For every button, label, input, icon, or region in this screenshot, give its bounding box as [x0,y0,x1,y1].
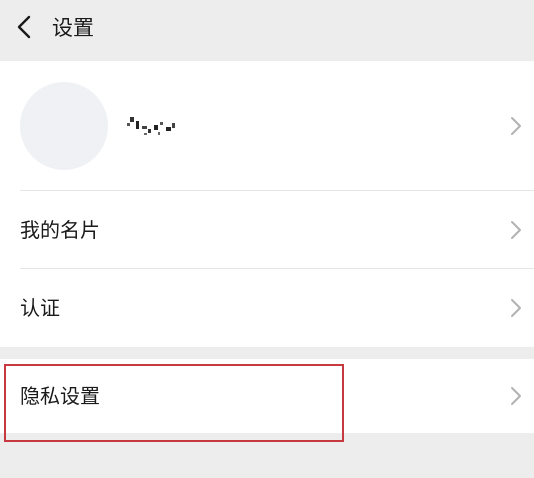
menu-item-verification[interactable]: 认证 [0,269,534,347]
menu-item-label: 我的名片 [20,218,100,242]
page-title: 设置 [52,16,94,40]
menu-item-label: 隐私设置 [20,384,100,408]
chevron-right-icon [508,297,524,319]
chevron-right-icon [508,385,524,407]
nickname-obscured [124,113,184,139]
chevron-right-icon [508,219,524,241]
back-arrow-icon[interactable] [10,12,40,42]
settings-group-profile: 我的名片 认证 [0,61,534,347]
menu-item-privacy-settings[interactable]: 隐私设置 [0,359,534,433]
menu-item-my-card[interactable]: 我的名片 [0,191,534,269]
header-bar: 设置 [0,0,534,58]
settings-group-privacy: 隐私设置 [0,359,534,433]
avatar [20,82,108,170]
chevron-right-icon [508,115,524,137]
menu-item-label: 认证 [20,296,60,320]
chevron-left-icon [17,15,31,39]
profile-row[interactable] [0,61,534,191]
